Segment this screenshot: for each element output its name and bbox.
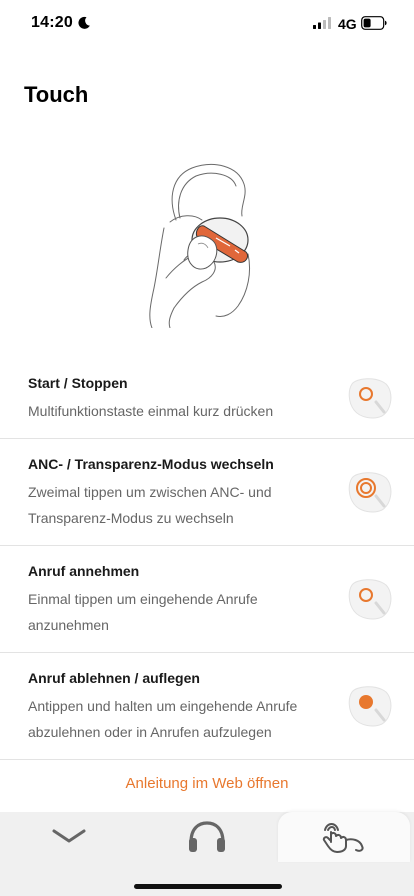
- gesture-item-accept-call: Anruf annehmen Einmal tippen um eingehen…: [0, 546, 414, 653]
- gesture-description: Multifunktionstaste einmal kurz drücken: [28, 403, 274, 419]
- gesture-title: Start / Stoppen: [28, 375, 128, 391]
- gesture-item-anc-transparency: ANC- / Transparenz-Modus wechseln Zweima…: [0, 439, 414, 546]
- headphones-icon: [189, 821, 225, 852]
- home-indicator: [134, 884, 282, 889]
- moon-icon: [78, 16, 90, 29]
- status-time: 14:20: [31, 14, 73, 31]
- single-tap-icon: [348, 579, 392, 620]
- tab-headphones[interactable]: [138, 812, 276, 862]
- gesture-list: Start / Stoppen Multifunktionstaste einm…: [0, 358, 414, 760]
- gesture-description: Antippen und halten um eingehende Anrufe…: [28, 698, 298, 740]
- status-bar: 14:20 4G: [0, 0, 414, 48]
- gesture-title: Anruf annehmen: [28, 563, 140, 579]
- cellular-signal-icon: [313, 17, 331, 29]
- gesture-title: ANC- / Transparenz-Modus wechseln: [28, 456, 274, 472]
- tab-collapse[interactable]: [0, 812, 138, 862]
- web-guide-link[interactable]: Anleitung im Web öffnen: [0, 775, 414, 792]
- battery-icon: [361, 16, 387, 30]
- gesture-item-start-stop: Start / Stoppen Multifunktionstaste einm…: [0, 358, 414, 439]
- network-type: 4G: [338, 16, 357, 32]
- page-title: Touch: [24, 82, 89, 107]
- touch-gesture-icon: [322, 823, 364, 853]
- chevron-icon: [52, 829, 86, 843]
- tap-and-hold-icon: [348, 686, 392, 727]
- tab-touch[interactable]: [278, 812, 410, 862]
- gesture-description: Einmal tippen um eingehende Anrufe anzun…: [28, 591, 258, 633]
- double-tap-icon: [348, 472, 392, 513]
- single-tap-icon: [348, 378, 392, 419]
- ear-touch-illustration: [149, 164, 251, 328]
- gesture-title: Anruf ablehnen / auflegen: [28, 670, 200, 686]
- gesture-description: Zweimal tippen um zwischen ANC- und Tran…: [28, 484, 272, 526]
- gesture-item-reject-call: Anruf ablehnen / auflegen Antippen und h…: [0, 653, 414, 760]
